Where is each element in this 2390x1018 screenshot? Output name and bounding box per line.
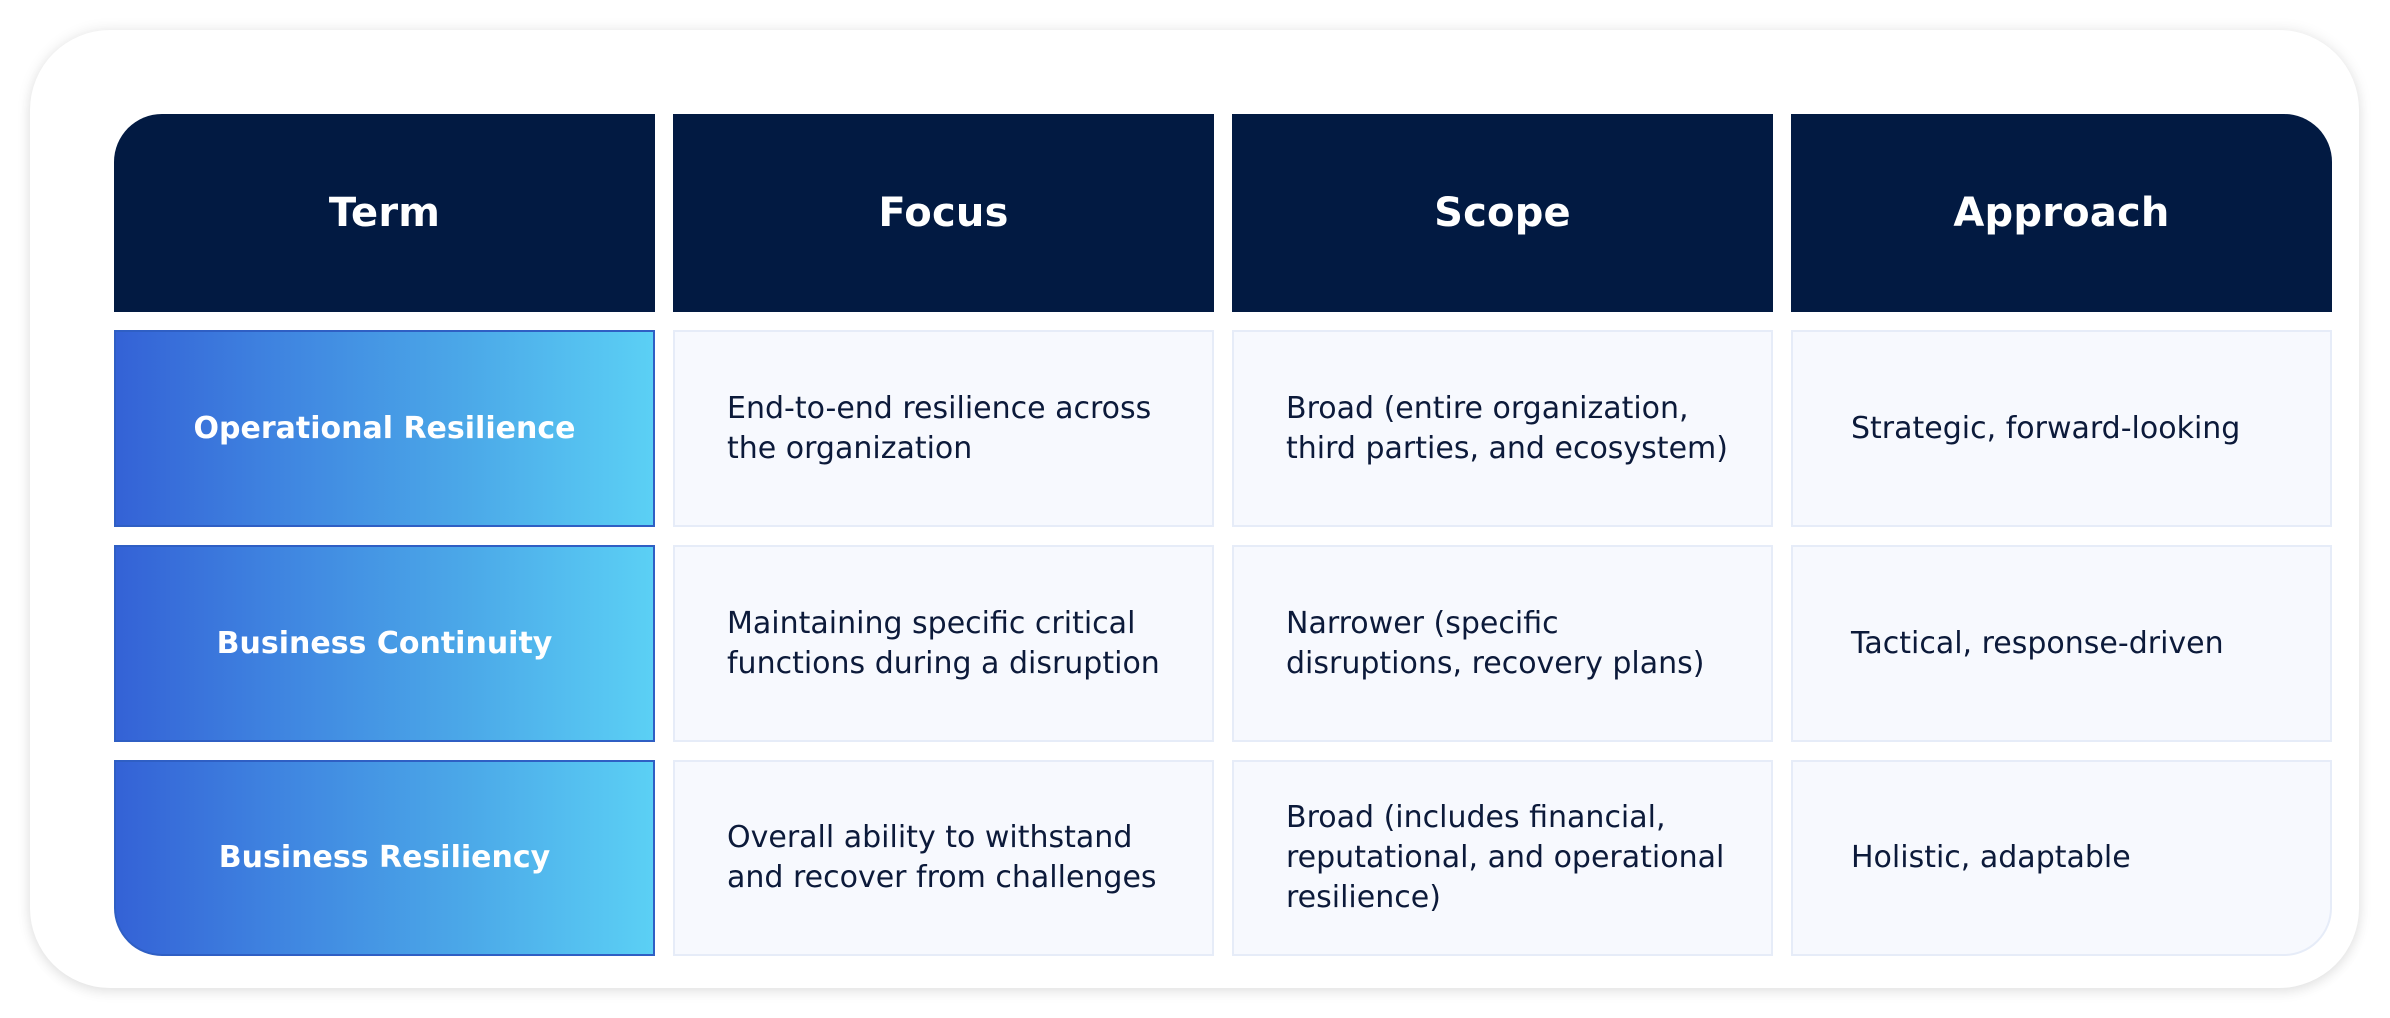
header-scope: Scope (1232, 114, 1773, 312)
focus-cell: Maintaining specific critical functions … (673, 545, 1214, 742)
term-cell: Business Resiliency (114, 760, 655, 956)
header-approach: Approach (1791, 114, 2332, 312)
header-term: Term (114, 114, 655, 312)
approach-cell: Strategic, forward-looking (1791, 330, 2332, 527)
focus-cell: End-to-end resilience across the organiz… (673, 330, 1214, 527)
comparison-table: Term Focus Scope Approach Operational Re… (114, 114, 2334, 956)
term-cell: Operational Resilience (114, 330, 655, 527)
scope-cell: Broad (includes financial, reputational,… (1232, 760, 1773, 956)
focus-cell: Overall ability to withstand and recover… (673, 760, 1214, 956)
approach-cell: Tactical, response-driven (1791, 545, 2332, 742)
approach-cell: Holistic, adaptable (1791, 760, 2332, 956)
term-cell: Business Continuity (114, 545, 655, 742)
scope-cell: Narrower (specific disruptions, recovery… (1232, 545, 1773, 742)
header-focus: Focus (673, 114, 1214, 312)
comparison-card: Term Focus Scope Approach Operational Re… (30, 30, 2359, 988)
scope-cell: Broad (entire organization, third partie… (1232, 330, 1773, 527)
